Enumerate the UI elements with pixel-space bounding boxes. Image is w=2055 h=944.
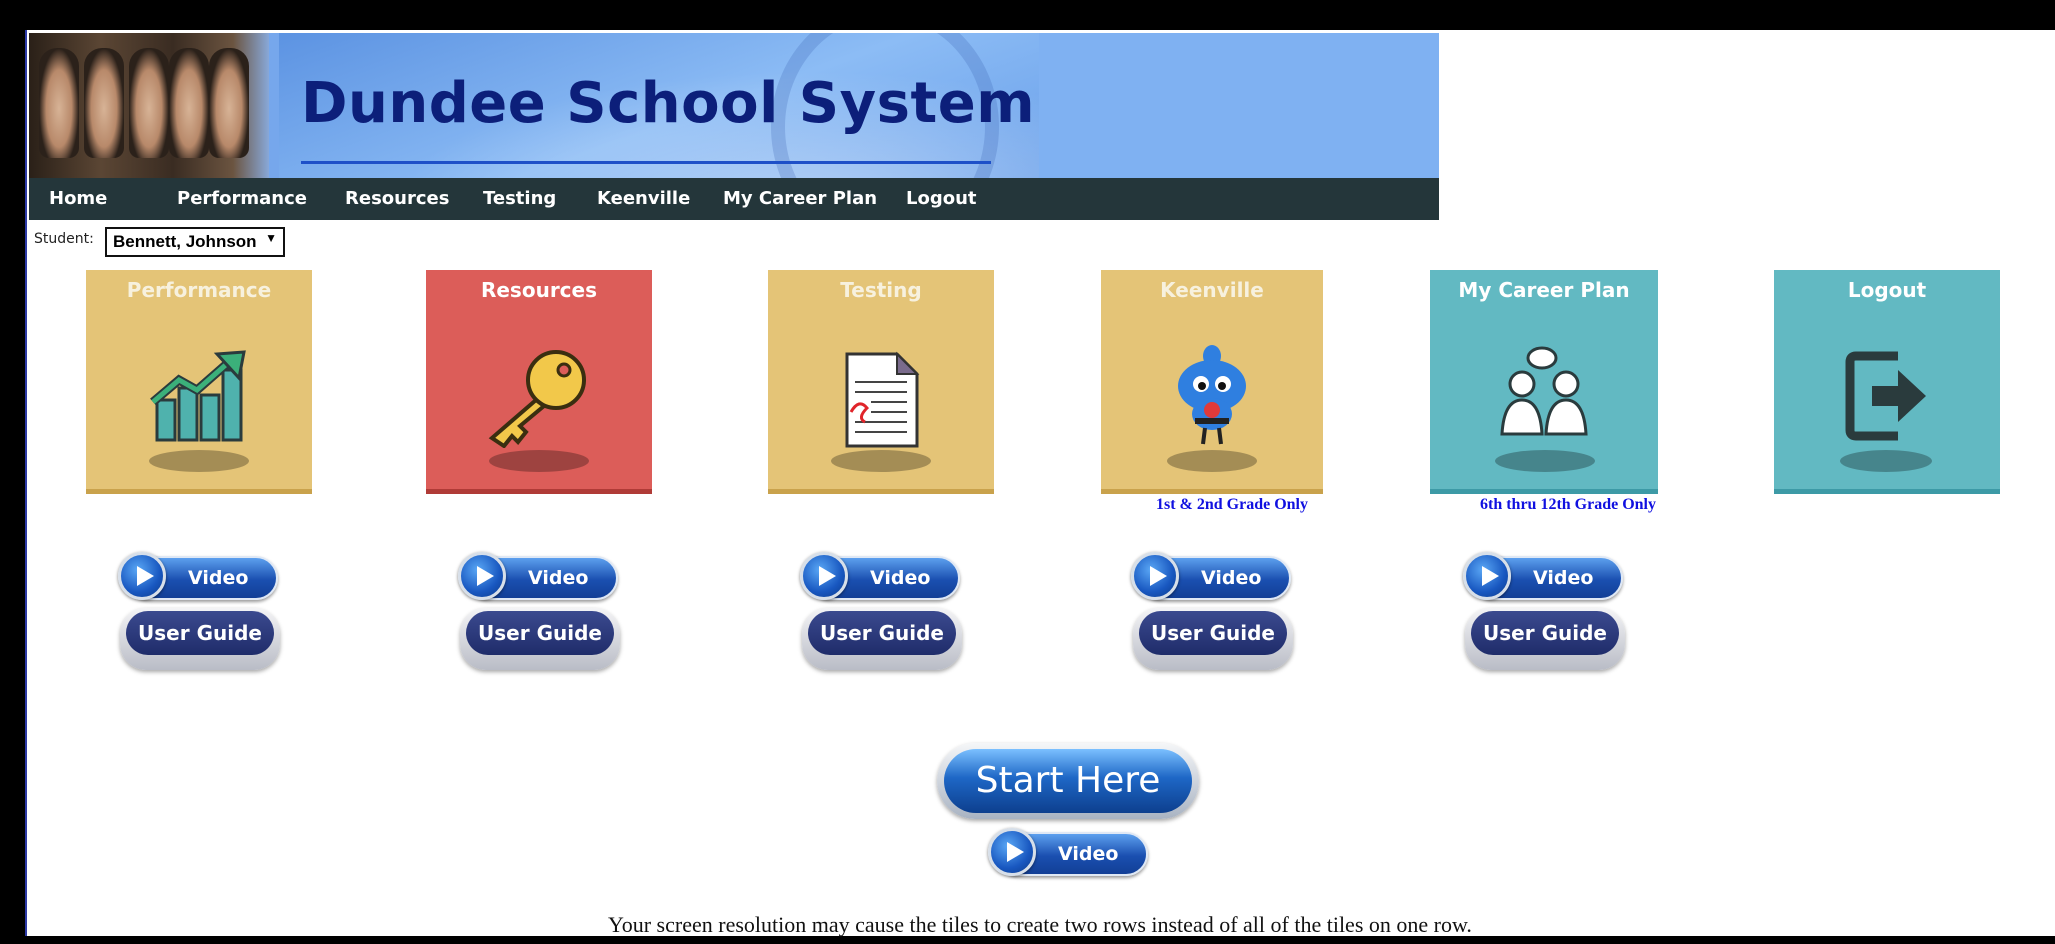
- header-banner: Dundee School System: [29, 33, 1439, 178]
- mascot-icon: [1178, 345, 1246, 445]
- testing-video-button[interactable]: Video: [800, 552, 960, 602]
- resolution-note: Your screen resolution may cause the til…: [608, 912, 1472, 937]
- guide-label: User Guide: [1471, 611, 1619, 655]
- tile-keenville[interactable]: Keenville: [1101, 270, 1323, 494]
- resources-user-guide-button[interactable]: User Guide: [460, 608, 620, 670]
- key-icon: [488, 350, 586, 448]
- start-here-label: Start Here: [944, 749, 1192, 813]
- left-border: [25, 30, 27, 936]
- title-underline: [301, 161, 991, 164]
- career-plan-user-guide-button[interactable]: User Guide: [1465, 608, 1625, 670]
- performance-user-guide-button[interactable]: User Guide: [120, 608, 280, 670]
- student-label: Student:: [34, 231, 94, 247]
- play-icon: [458, 552, 506, 600]
- tile-logout[interactable]: Logout: [1774, 270, 2000, 494]
- logout-icon: [1845, 351, 1926, 441]
- student-selected-value: Bennett, Johnson: [113, 232, 257, 251]
- start-here-button[interactable]: Start Here: [937, 743, 1199, 819]
- video-label: Video: [1201, 567, 1262, 589]
- dropdown-arrow-icon: ▼: [265, 231, 277, 245]
- nav-logout[interactable]: Logout: [906, 188, 977, 209]
- chart-arrow-icon: [150, 350, 246, 442]
- tile-shadow: [1840, 450, 1932, 472]
- start-here-video-button[interactable]: Video: [988, 828, 1148, 878]
- nav-career-plan[interactable]: My Career Plan: [723, 188, 877, 209]
- testing-user-guide-button[interactable]: User Guide: [802, 608, 962, 670]
- video-label: Video: [528, 567, 589, 589]
- performance-video-button[interactable]: Video: [118, 552, 278, 602]
- nav-keenville[interactable]: Keenville: [597, 188, 690, 209]
- people-talking-icon: [1500, 346, 1588, 436]
- document-icon: [845, 351, 920, 448]
- site-title: Dundee School System: [301, 71, 1036, 136]
- graduates-photo: [29, 33, 269, 178]
- tile-shadow: [831, 450, 931, 472]
- guide-label: User Guide: [126, 611, 274, 655]
- keenville-video-button[interactable]: Video: [1131, 552, 1291, 602]
- main-nav: Home Performance Resources Testing Keenv…: [29, 178, 1439, 220]
- tile-resources[interactable]: Resources: [426, 270, 652, 494]
- grade-note-career-plan: 6th thru 12th Grade Only: [1479, 496, 1656, 513]
- tile-title: Testing: [840, 278, 922, 302]
- student-select[interactable]: Bennett, Johnson ▼: [105, 227, 285, 257]
- grade-note-keenville: 1st & 2nd Grade Only: [1155, 496, 1308, 513]
- page-frame: Dundee School System Home Performance Re…: [25, 30, 2055, 937]
- career-plan-video-button[interactable]: Video: [1463, 552, 1623, 602]
- guide-label: User Guide: [808, 611, 956, 655]
- play-icon: [988, 828, 1036, 876]
- nav-performance[interactable]: Performance: [177, 188, 307, 209]
- play-icon: [1463, 552, 1511, 600]
- tile-shadow: [149, 450, 249, 472]
- tile-shadow: [1495, 450, 1595, 472]
- play-icon: [118, 552, 166, 600]
- video-label: Video: [1533, 567, 1594, 589]
- tile-performance[interactable]: Performance: [86, 270, 312, 494]
- play-icon: [800, 552, 848, 600]
- nav-home[interactable]: Home: [49, 188, 107, 209]
- tile-career-plan[interactable]: My Career Plan: [1430, 270, 1658, 494]
- video-label: Video: [188, 567, 249, 589]
- resources-video-button[interactable]: Video: [458, 552, 618, 602]
- tile-title: Performance: [126, 278, 272, 302]
- tile-shadow: [489, 450, 589, 472]
- tile-testing[interactable]: Testing: [768, 270, 994, 494]
- tile-title: Keenville: [1160, 278, 1264, 302]
- nav-resources[interactable]: Resources: [345, 188, 449, 209]
- video-label: Video: [1058, 843, 1119, 865]
- play-icon: [1131, 552, 1179, 600]
- keenville-user-guide-button[interactable]: User Guide: [1133, 608, 1293, 670]
- guide-label: User Guide: [1139, 611, 1287, 655]
- guide-label: User Guide: [466, 611, 614, 655]
- nav-testing[interactable]: Testing: [483, 188, 556, 209]
- tile-title: Logout: [1847, 278, 1927, 302]
- video-label: Video: [870, 567, 931, 589]
- tile-title: My Career Plan: [1458, 278, 1630, 302]
- tile-title: Resources: [480, 278, 598, 302]
